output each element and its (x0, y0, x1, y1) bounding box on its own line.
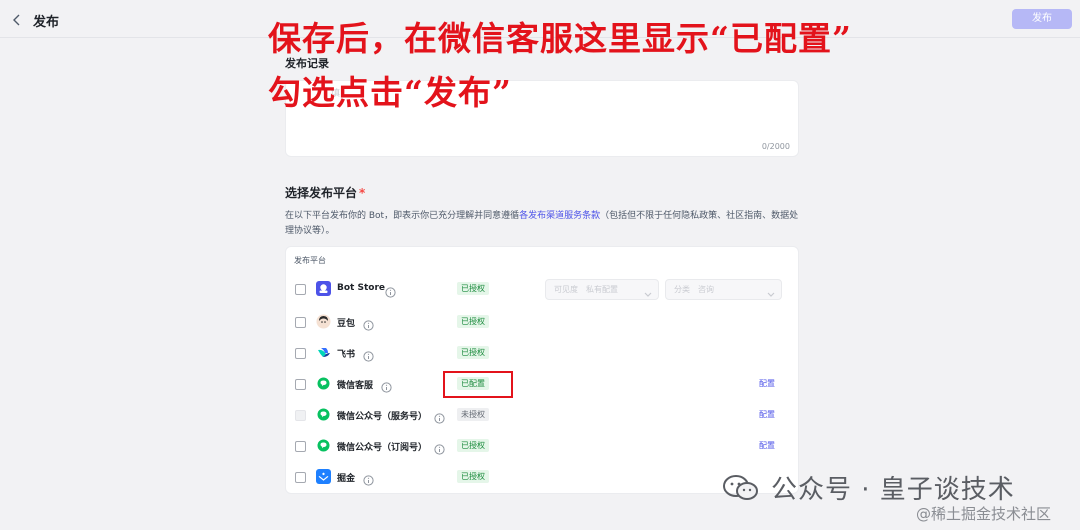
platform-name: 微信公众号（订阅号） (337, 443, 428, 453)
config-link[interactable]: 配置 (759, 409, 775, 420)
category-select[interactable]: 分类 咨询 (665, 279, 782, 300)
platform-name: 微信公众号（服务号） (337, 412, 428, 422)
platform-heading: 选择发布平台 * (285, 184, 365, 201)
wechat-icon (316, 407, 331, 422)
status-badge: 已授权 (457, 470, 489, 483)
back-chevron-icon[interactable] (12, 12, 22, 26)
config-link[interactable]: 配置 (759, 378, 775, 389)
desc-before: 在以下平台发布你的 Bot，即表示你已充分理解并同意遵循 (285, 211, 520, 221)
feishu-icon (316, 345, 331, 360)
checkbox[interactable] (295, 317, 306, 328)
status-badge: 已授权 (457, 346, 489, 359)
platform-name: 掘金 (337, 474, 356, 484)
status-badge: 已授权 (457, 282, 489, 295)
platform-row-wechat-service: 微信客服 已配置 配置 (285, 370, 799, 398)
category-value: 咨询 (698, 285, 714, 294)
platform-row-wechat-subscription: 微信公众号（订阅号） 已授权 配置 (285, 432, 799, 460)
info-icon[interactable] (434, 409, 445, 424)
visibility-select[interactable]: 可见度 私有配置 (545, 279, 659, 300)
platform-description: 在以下平台发布你的 Bot，即表示你已充分理解并同意遵循各发布渠道服务条款（包括… (285, 209, 801, 239)
visibility-label: 可见度 (554, 285, 578, 294)
publish-button[interactable]: 发布 (1012, 9, 1072, 29)
annotation-highlight-box (443, 371, 513, 398)
platform-name: Bot Store (337, 283, 385, 293)
juejin-icon (316, 469, 331, 484)
platform-heading-text: 选择发布平台 (285, 186, 358, 200)
required-star: * (359, 186, 366, 200)
wechat-logo-watermark-icon (722, 474, 760, 502)
doubao-icon (316, 314, 331, 329)
platform-name: 飞书 (337, 350, 356, 360)
watermark-subtext: @稀土掘金技术社区 (916, 505, 1052, 523)
status-badge: 已授权 (457, 439, 489, 452)
info-icon[interactable] (434, 440, 445, 455)
wechat-icon (316, 376, 331, 391)
checkbox[interactable] (295, 472, 306, 483)
char-count: 0/2000 (761, 142, 790, 151)
info-icon[interactable] (381, 378, 392, 393)
checkbox[interactable] (295, 410, 306, 421)
info-icon[interactable] (363, 347, 374, 362)
platform-name: 微信客服 (337, 381, 374, 391)
checkbox[interactable] (295, 348, 306, 359)
checkbox[interactable] (295, 379, 306, 390)
platform-row-feishu: 飞书 已授权 (285, 339, 799, 367)
config-link[interactable]: 配置 (759, 440, 775, 451)
category-label: 分类 (674, 285, 690, 294)
info-icon[interactable] (363, 471, 374, 486)
bot-store-icon (316, 281, 331, 296)
platform-card-header: 发布平台 (294, 256, 326, 265)
annotation-line-1: 保存后，在微信客服这里显示“已配置” (268, 19, 852, 58)
watermark-text: 公众号 · 皇子谈技术 (771, 475, 1015, 505)
chevron-down-icon (644, 286, 652, 297)
status-badge: 未授权 (457, 408, 489, 421)
page-title: 发布 (33, 15, 60, 30)
wechat-icon (316, 438, 331, 453)
platform-row-doubao: 豆包 已授权 (285, 308, 799, 336)
status-badge: 已授权 (457, 315, 489, 328)
platform-row-wechat-service-account: 微信公众号（服务号） 未授权 配置 (285, 401, 799, 429)
chevron-down-icon (767, 286, 775, 297)
checkbox[interactable] (295, 284, 306, 295)
terms-link[interactable]: 各发布渠道服务条款 (519, 211, 600, 221)
info-icon[interactable] (363, 316, 374, 331)
info-icon[interactable] (385, 283, 396, 298)
visibility-value: 私有配置 (586, 285, 618, 294)
checkbox[interactable] (295, 441, 306, 452)
platform-name: 豆包 (337, 319, 356, 329)
annotation-line-2: 勾选点击“发布” (268, 73, 512, 112)
